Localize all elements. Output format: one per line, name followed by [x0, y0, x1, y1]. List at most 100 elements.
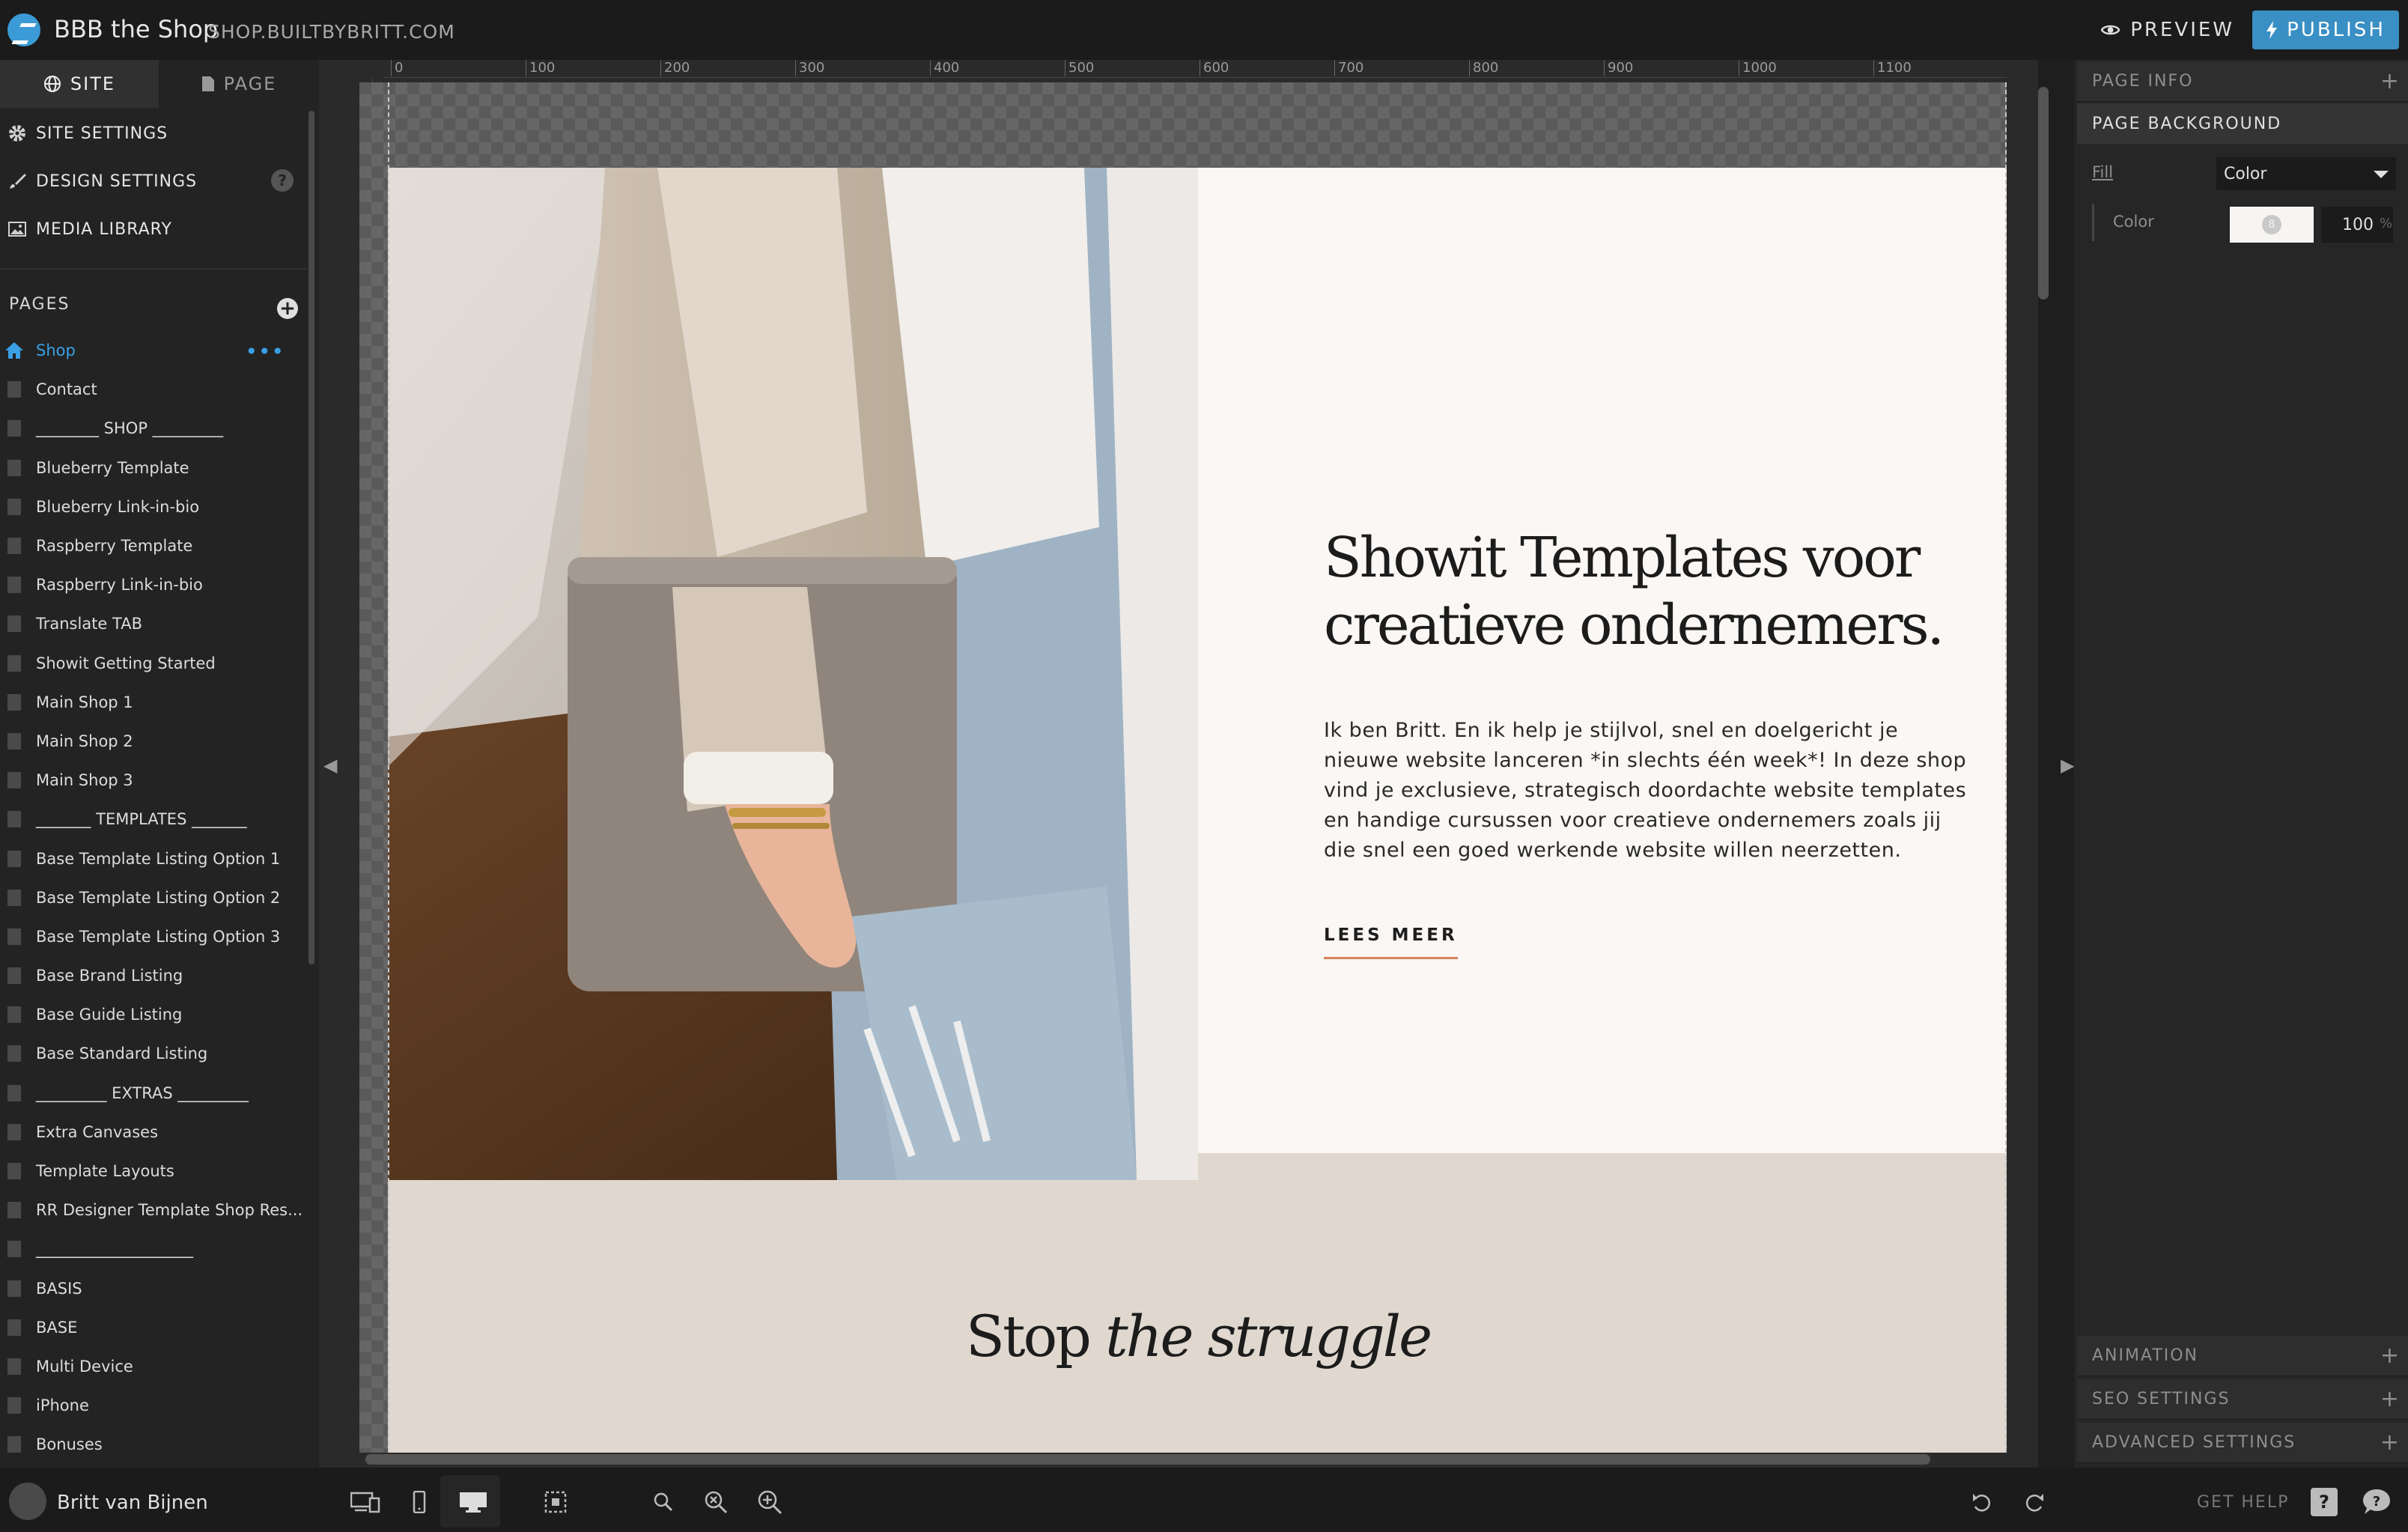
page-item[interactable]: Raspberry Link-in-bio	[0, 565, 307, 604]
page-info-section[interactable]: PAGE INFO +	[2077, 61, 2408, 102]
page-item[interactable]: Template Layouts	[0, 1152, 307, 1191]
plus-icon[interactable]: +	[2380, 70, 2401, 93]
page-item[interactable]: ____________________	[0, 1229, 307, 1268]
page-item-label: Raspberry Template	[36, 537, 193, 556]
zoom-out-icon[interactable]	[647, 1486, 680, 1519]
mobile-view-icon[interactable]	[403, 1486, 436, 1519]
page-item-label: Base Template Listing Option 1	[36, 849, 281, 868]
page-item[interactable]: _________ EXTRAS _________	[0, 1074, 307, 1113]
ruler-tick: 900	[1604, 60, 1633, 76]
media-library-item[interactable]: MEDIA LIBRARY	[0, 205, 307, 253]
page-item[interactable]: Main Shop 3	[0, 761, 307, 800]
page-item[interactable]: iPhone	[0, 1386, 307, 1425]
hero-heading[interactable]: Showit Templates voor creatieve ondernem…	[1324, 524, 1968, 659]
eye-icon	[2101, 25, 2120, 35]
advanced-settings-section[interactable]: ADVANCED SETTINGS +	[2077, 1423, 2408, 1463]
design-settings-item[interactable]: DESIGN SETTINGS	[0, 157, 307, 205]
page-item-label: Base Brand Listing	[36, 967, 183, 985]
publish-button[interactable]: PUBLISH	[2252, 10, 2399, 49]
page-item[interactable]: BASIS	[0, 1269, 307, 1308]
selection-marquee-icon[interactable]	[539, 1486, 572, 1519]
document-icon	[7, 850, 21, 867]
page-item[interactable]: Multi Device	[0, 1347, 307, 1386]
left-panel-scrollbar[interactable]	[308, 111, 314, 964]
page-background-section[interactable]: PAGE BACKGROUND	[2077, 103, 2408, 144]
page-item[interactable]: Blueberry Template	[0, 449, 307, 487]
page-item[interactable]: BASE	[0, 1308, 307, 1347]
redo-icon[interactable]	[2019, 1486, 2052, 1519]
page-item[interactable]: Base Brand Listing	[0, 956, 307, 995]
undo-icon[interactable]	[1965, 1486, 1998, 1519]
desktop-view-icon[interactable]	[457, 1486, 490, 1519]
site-url[interactable]: SHOP.BUILTBYBRITT.COM	[208, 21, 455, 43]
page-item[interactable]: Base Template Listing Option 1	[0, 839, 307, 878]
preview-button[interactable]: PREVIEW	[2101, 12, 2234, 48]
page-item-label: Multi Device	[36, 1357, 133, 1376]
document-icon	[7, 772, 21, 789]
section-heading[interactable]: Stop the struggle	[824, 1303, 1572, 1370]
horizontal-scrollbar[interactable]	[365, 1454, 1930, 1465]
avatar[interactable]	[9, 1483, 46, 1520]
plus-icon[interactable]: +	[2380, 1387, 2401, 1411]
document-icon	[7, 420, 21, 437]
page-item[interactable]: RR Designer Template Shop Res...	[0, 1191, 307, 1229]
site-settings-item[interactable]: SITE SETTINGS	[0, 109, 307, 157]
seo-settings-section[interactable]: SEO SETTINGS +	[2077, 1379, 2408, 1420]
ruler-tick: 1000	[1739, 60, 1777, 76]
plus-icon[interactable]: +	[2380, 1431, 2401, 1454]
lees-meer-link[interactable]: LEES MEER	[1324, 925, 1458, 959]
design-settings-label: DESIGN SETTINGS	[36, 171, 198, 191]
add-page-button[interactable]: +	[277, 298, 298, 319]
page-item[interactable]: Base Guide Listing	[0, 995, 307, 1034]
more-options-icon[interactable]: •••	[245, 341, 285, 362]
page-item[interactable]: Raspberry Template	[0, 526, 307, 565]
collapse-right-panel-icon[interactable]: ▶	[2061, 755, 2074, 776]
ruler-tick: 500	[1065, 60, 1094, 76]
page-item-label: BASIS	[36, 1279, 82, 1298]
page-item[interactable]: Bonuses	[0, 1425, 307, 1464]
page-item[interactable]: Base Template Listing Option 3	[0, 917, 307, 956]
page-item[interactable]: Translate TAB	[0, 604, 307, 643]
help-key-icon[interactable]: ?	[2308, 1486, 2341, 1519]
page-item[interactable]: Blueberry Link-in-bio	[0, 487, 307, 526]
page-item-label: Extra Canvases	[36, 1122, 159, 1141]
page-item[interactable]: Main Shop 1	[0, 683, 307, 722]
document-icon	[7, 967, 21, 985]
page-item[interactable]: Extra Canvases	[0, 1113, 307, 1152]
page-item[interactable]: ________ SHOP _________	[0, 409, 307, 448]
help-key-label: ?	[2311, 1488, 2338, 1516]
get-help-link[interactable]: GET HELP	[2197, 1493, 2289, 1512]
animation-section[interactable]: ANIMATION +	[2077, 1336, 2408, 1376]
zoom-fit-icon[interactable]	[699, 1486, 732, 1519]
page-item[interactable]: Main Shop 2	[0, 722, 307, 761]
page-item-label: Template Layouts	[36, 1162, 174, 1181]
ruler-tick: 0	[391, 60, 403, 76]
multi-device-view-icon[interactable]	[349, 1486, 382, 1519]
color-swatch[interactable]: 8	[2230, 207, 2314, 243]
page-item[interactable]: Base Standard Listing	[0, 1034, 307, 1073]
page-item[interactable]: Contact	[0, 370, 307, 409]
showit-logo-icon[interactable]	[7, 13, 40, 46]
help-icon[interactable]: ?	[271, 169, 294, 192]
caret-down-icon	[2374, 171, 2389, 178]
zoom-in-icon[interactable]	[753, 1486, 786, 1519]
page-item[interactable]: _______ TEMPLATES _______	[0, 800, 307, 839]
page-item[interactable]: Base Template Listing Option 2	[0, 878, 307, 917]
tab-site[interactable]: SITE	[0, 60, 159, 108]
collapse-left-panel-icon[interactable]: ◀	[323, 755, 337, 776]
plus-icon[interactable]: +	[2380, 1344, 2401, 1367]
chat-icon[interactable]: ?	[2360, 1486, 2393, 1519]
hero-photo[interactable]	[388, 168, 1198, 1180]
page-item-label: Shop	[36, 341, 76, 360]
document-icon	[7, 615, 21, 633]
page-item[interactable]: Showit Getting Started	[0, 644, 307, 683]
vertical-scrollbar[interactable]	[2038, 87, 2049, 300]
page-item-shop[interactable]: Shop •••	[0, 331, 307, 370]
hero-body-text[interactable]: Ik ben Britt. En ik help je stijlvol, sn…	[1324, 716, 1968, 866]
user-name[interactable]: Britt van Bijnen	[57, 1492, 208, 1514]
tab-page[interactable]: PAGE	[159, 60, 319, 108]
document-icon	[7, 381, 21, 398]
fill-type-select[interactable]: Color	[2216, 157, 2396, 190]
woman-with-laptop-illustration	[388, 168, 1198, 1180]
page-item-label: Base Template Listing Option 2	[36, 888, 281, 907]
